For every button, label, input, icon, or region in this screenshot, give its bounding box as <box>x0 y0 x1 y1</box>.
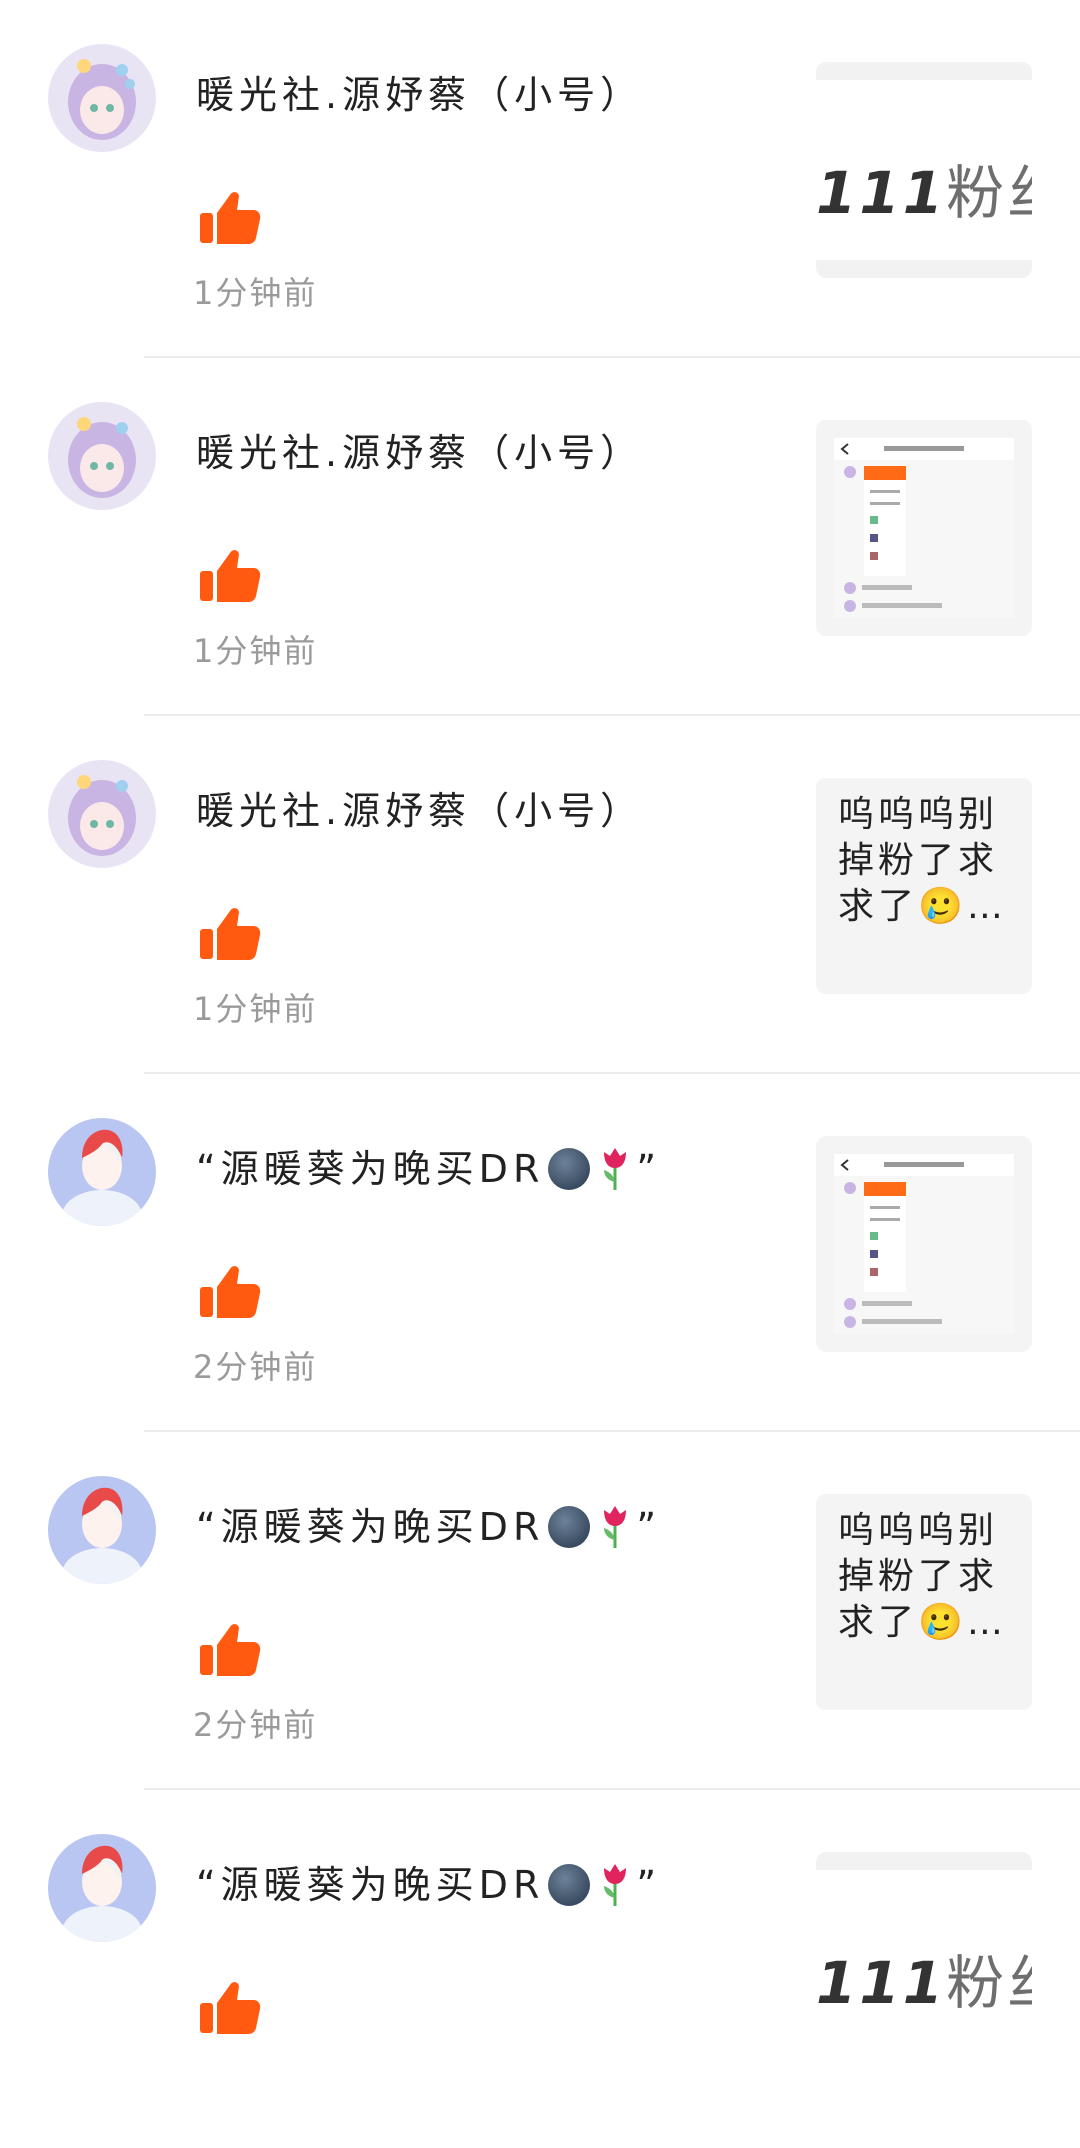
avatar[interactable] <box>48 760 156 868</box>
fans-number: 111 <box>816 1949 947 2017</box>
username-text: “源暖葵为晚买DR <box>196 1147 545 1191</box>
notification-row[interactable]: 暖光社.源妤蔡（小号） 1分钟前 呜呜呜别掉粉了求求了🥲… <box>0 716 1080 1074</box>
timestamp: 1分钟前 <box>193 632 318 670</box>
tulip-icon <box>604 1864 627 1906</box>
post-thumbnail[interactable]: 111粉丝 <box>816 62 1032 278</box>
post-thumbnail[interactable]: 呜呜呜别掉粉了求求了🥲… <box>816 778 1032 994</box>
thumbs-up-icon <box>200 1266 261 1318</box>
username[interactable]: “源暖葵为晚买DR ” <box>196 1496 661 1551</box>
fans-label: 粉丝 <box>946 1949 1032 2017</box>
moon-icon <box>548 1148 591 1190</box>
post-text-preview: 呜呜呜别掉粉了求求了🥲… <box>838 1510 1007 1643</box>
fans-count-image: 111粉丝 <box>816 1936 1032 2020</box>
fans-label: 粉丝 <box>946 159 1032 227</box>
username-suffix: ” <box>636 1147 662 1191</box>
screenshot-thumbnail <box>834 1154 1014 1334</box>
post-text-preview: 呜呜呜别掉粉了求求了🥲… <box>838 794 1007 927</box>
username-text: “源暖葵为晚买DR <box>196 1863 545 1907</box>
username[interactable]: “源暖葵为晚买DR ” <box>196 1138 661 1193</box>
post-thumbnail[interactable] <box>816 420 1032 636</box>
thumbs-up-icon <box>200 550 261 602</box>
username-text: “源暖葵为晚买DR <box>196 1505 545 1549</box>
like-notification-list: 暖光社.源妤蔡（小号） 1分钟前 111粉丝 暖光社.源妤蔡（小号） <box>0 0 1080 2068</box>
username[interactable]: 暖光社.源妤蔡（小号） <box>196 780 643 835</box>
avatar[interactable] <box>48 1834 156 1942</box>
thumbnail-band <box>816 1852 1032 1870</box>
notification-row[interactable]: 暖光社.源妤蔡（小号） 1分钟前 111粉丝 <box>0 0 1080 358</box>
post-thumbnail[interactable] <box>816 1136 1032 1352</box>
notification-row[interactable]: “源暖葵为晚买DR ” 2分钟前 呜呜呜别掉粉了求求了🥲… <box>0 1432 1080 1790</box>
thumbs-up-icon <box>200 1624 261 1676</box>
post-thumbnail[interactable]: 呜呜呜别掉粉了求求了🥲… <box>816 1494 1032 1710</box>
avatar[interactable] <box>48 44 156 152</box>
username-suffix: ” <box>636 1505 662 1549</box>
username-suffix: ” <box>636 1863 662 1907</box>
username[interactable]: 暖光社.源妤蔡（小号） <box>196 422 643 477</box>
timestamp: 1分钟前 <box>193 990 318 1028</box>
post-thumbnail[interactable]: 111粉丝 <box>816 1852 1032 2068</box>
thumbs-up-icon <box>200 908 261 960</box>
tulip-icon <box>604 1506 627 1548</box>
fans-number: 111 <box>816 159 947 227</box>
fans-count-image: 111粉丝 <box>816 146 1032 230</box>
username[interactable]: “源暖葵为晚买DR ” <box>196 1854 661 1909</box>
thumbnail-band <box>816 260 1032 278</box>
avatar[interactable] <box>48 402 156 510</box>
avatar[interactable] <box>48 1118 156 1226</box>
thumbs-up-icon <box>200 1982 261 2034</box>
screenshot-thumbnail <box>834 438 1014 618</box>
notification-row[interactable]: “源暖葵为晚买DR ” 2分钟前 <box>0 1074 1080 1432</box>
notification-row[interactable]: 暖光社.源妤蔡（小号） 1分钟前 <box>0 358 1080 716</box>
timestamp: 2分钟前 <box>193 1706 318 1744</box>
moon-icon <box>548 1864 591 1906</box>
thumbnail-band <box>816 62 1032 80</box>
timestamp: 2分钟前 <box>193 1348 318 1386</box>
username[interactable]: 暖光社.源妤蔡（小号） <box>196 64 643 119</box>
avatar[interactable] <box>48 1476 156 1584</box>
tulip-icon <box>604 1148 627 1190</box>
thumbs-up-icon <box>200 192 261 244</box>
moon-icon <box>548 1506 591 1548</box>
timestamp: 1分钟前 <box>193 274 318 312</box>
notification-row[interactable]: “源暖葵为晚买DR ” 111粉丝 <box>0 1790 1080 2148</box>
